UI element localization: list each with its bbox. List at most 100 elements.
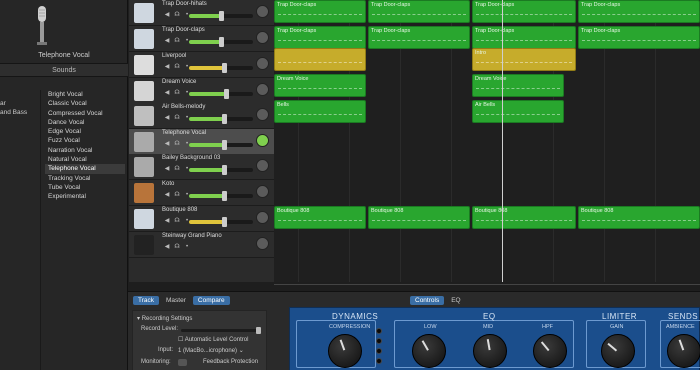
mute-icon[interactable]: ◀ [163, 12, 171, 19]
tab-master[interactable]: Master [161, 296, 191, 305]
headphones-icon[interactable]: ☊ [173, 115, 181, 122]
track-header[interactable]: Liverpool ◀ ☊ • [129, 52, 274, 78]
volume-thumb[interactable] [224, 89, 230, 99]
volume-thumb[interactable] [222, 140, 228, 150]
pan-knob[interactable] [256, 211, 269, 224]
category-item[interactable]: ar [0, 99, 40, 108]
patch-item[interactable]: Edge Vocal [45, 127, 125, 136]
patch-item[interactable]: Tracking Vocal [45, 174, 125, 183]
region[interactable]: Trap Door-claps [472, 0, 576, 23]
track-header[interactable]: Telephone Vocal ◀ ☊ • [129, 129, 274, 155]
monitoring-toggle[interactable] [178, 359, 187, 366]
mute-icon[interactable]: ◀ [163, 218, 171, 225]
mute-icon[interactable]: ◀ [163, 90, 171, 97]
region[interactable]: Bells [274, 100, 366, 123]
patch-item[interactable]: Experimental [45, 192, 125, 201]
mute-icon[interactable]: ◀ [163, 192, 171, 199]
patch-item[interactable]: Bright Vocal [45, 90, 125, 99]
pan-knob[interactable] [256, 57, 269, 70]
region[interactable]: Trap Door-claps [274, 0, 366, 23]
mute-icon[interactable]: ◀ [163, 141, 171, 148]
volume-thumb[interactable] [222, 114, 228, 124]
region[interactable]: Trap Door-claps [368, 26, 470, 49]
track-header[interactable]: Bailey Background 03 ◀ ☊ • [129, 154, 274, 180]
region[interactable]: Trap Door-claps [274, 26, 366, 49]
pan-knob[interactable] [256, 31, 269, 44]
volume-thumb[interactable] [222, 165, 228, 175]
headphones-icon[interactable]: ☊ [173, 12, 181, 19]
volume-thumb[interactable] [222, 217, 228, 227]
low-knob[interactable] [412, 334, 446, 368]
volume-slider[interactable] [189, 37, 253, 47]
tab-track[interactable]: Track [133, 296, 160, 305]
pan-knob[interactable] [256, 159, 269, 172]
category-item[interactable]: and Bass [0, 108, 40, 117]
volume-thumb[interactable] [222, 191, 228, 201]
mid-knob[interactable] [473, 334, 507, 368]
mute-icon[interactable]: ◀ [163, 38, 171, 45]
volume-thumb[interactable] [219, 37, 224, 47]
gain-knob[interactable] [601, 334, 635, 368]
volume-slider[interactable] [189, 191, 253, 201]
pan-knob[interactable] [256, 134, 269, 147]
headphones-icon[interactable]: ☊ [173, 64, 181, 71]
auto-level-checkbox[interactable]: ☐ Automatic Level Control [178, 336, 248, 343]
tab-compare[interactable]: Compare [192, 296, 230, 305]
volume-slider[interactable] [189, 140, 253, 150]
region[interactable]: Boutique 808 [472, 206, 576, 229]
region[interactable]: Boutique 808 [274, 206, 366, 229]
track-header[interactable]: Dream Voice ◀ ☊ • [129, 78, 274, 104]
headphones-icon[interactable]: ☊ [173, 166, 181, 173]
patch-item[interactable]: Dance Vocal [45, 118, 125, 127]
patch-item[interactable]: Natural Vocal [45, 155, 125, 164]
patch-item[interactable]: Narration Vocal [45, 146, 125, 155]
region[interactable]: Trap Door-claps [368, 0, 470, 23]
track-header[interactable]: Air Bells-melody ◀ ☊ • [129, 103, 274, 129]
pan-knob[interactable] [256, 83, 269, 96]
region[interactable]: Trap Door-claps [578, 0, 700, 23]
headphones-icon[interactable]: ☊ [173, 192, 181, 199]
track-header[interactable]: Steinway Grand Piano ◀ ☊ • [129, 232, 274, 258]
patch-item[interactable]: Fuzz Vocal [45, 136, 125, 145]
region[interactable]: Intro [472, 48, 576, 71]
tab-controls[interactable]: Controls [410, 296, 445, 305]
mute-icon[interactable]: ◀ [163, 115, 171, 122]
region[interactable] [274, 48, 366, 71]
volume-thumb[interactable] [219, 11, 224, 21]
region[interactable]: Boutique 808 [578, 206, 700, 229]
record-level-thumb[interactable] [256, 327, 261, 334]
track-header[interactable]: Trap Door-hihats ◀ ☊ • [129, 0, 274, 26]
pan-knob[interactable] [256, 5, 269, 18]
volume-slider[interactable] [189, 11, 253, 21]
volume-thumb[interactable] [222, 63, 228, 73]
region[interactable]: Trap Door-claps [578, 26, 700, 49]
track-header[interactable]: Boutique 808 ◀ ☊ • [129, 206, 274, 232]
headphones-icon[interactable]: ☊ [173, 218, 181, 225]
patch-item[interactable]: Classic Vocal [45, 99, 125, 108]
volume-slider[interactable] [189, 63, 253, 73]
patch-item[interactable]: Telephone Vocal [45, 164, 125, 174]
patch-item[interactable]: Compressed Vocal [45, 109, 125, 118]
playhead[interactable] [502, 0, 503, 282]
region[interactable]: Trap Door-claps [472, 26, 576, 49]
compression-knob[interactable] [328, 334, 362, 368]
headphones-icon[interactable]: ☊ [173, 38, 181, 45]
recording-settings-disclosure[interactable]: ▾ Recording Settings [137, 315, 192, 322]
mute-icon[interactable]: ◀ [163, 244, 171, 251]
pan-knob[interactable] [256, 185, 269, 198]
headphones-icon[interactable]: ☊ [173, 141, 181, 148]
patch-item[interactable]: Tube Vocal [45, 183, 125, 192]
region[interactable]: Boutique 808 [368, 206, 470, 229]
mute-icon[interactable]: ◀ [163, 64, 171, 71]
record-level-slider[interactable] [181, 327, 261, 334]
region[interactable]: Dream Voice [274, 74, 366, 97]
region[interactable]: Air Bells [472, 100, 564, 123]
region[interactable]: Dream Voice [472, 74, 564, 97]
sounds-header[interactable]: Sounds [0, 63, 128, 77]
tab-eq[interactable]: EQ [446, 296, 465, 305]
volume-slider[interactable] [189, 89, 253, 99]
volume-slider[interactable] [189, 114, 253, 124]
headphones-icon[interactable]: ☊ [173, 244, 181, 251]
volume-slider[interactable] [189, 165, 253, 175]
volume-slider[interactable] [189, 217, 253, 227]
